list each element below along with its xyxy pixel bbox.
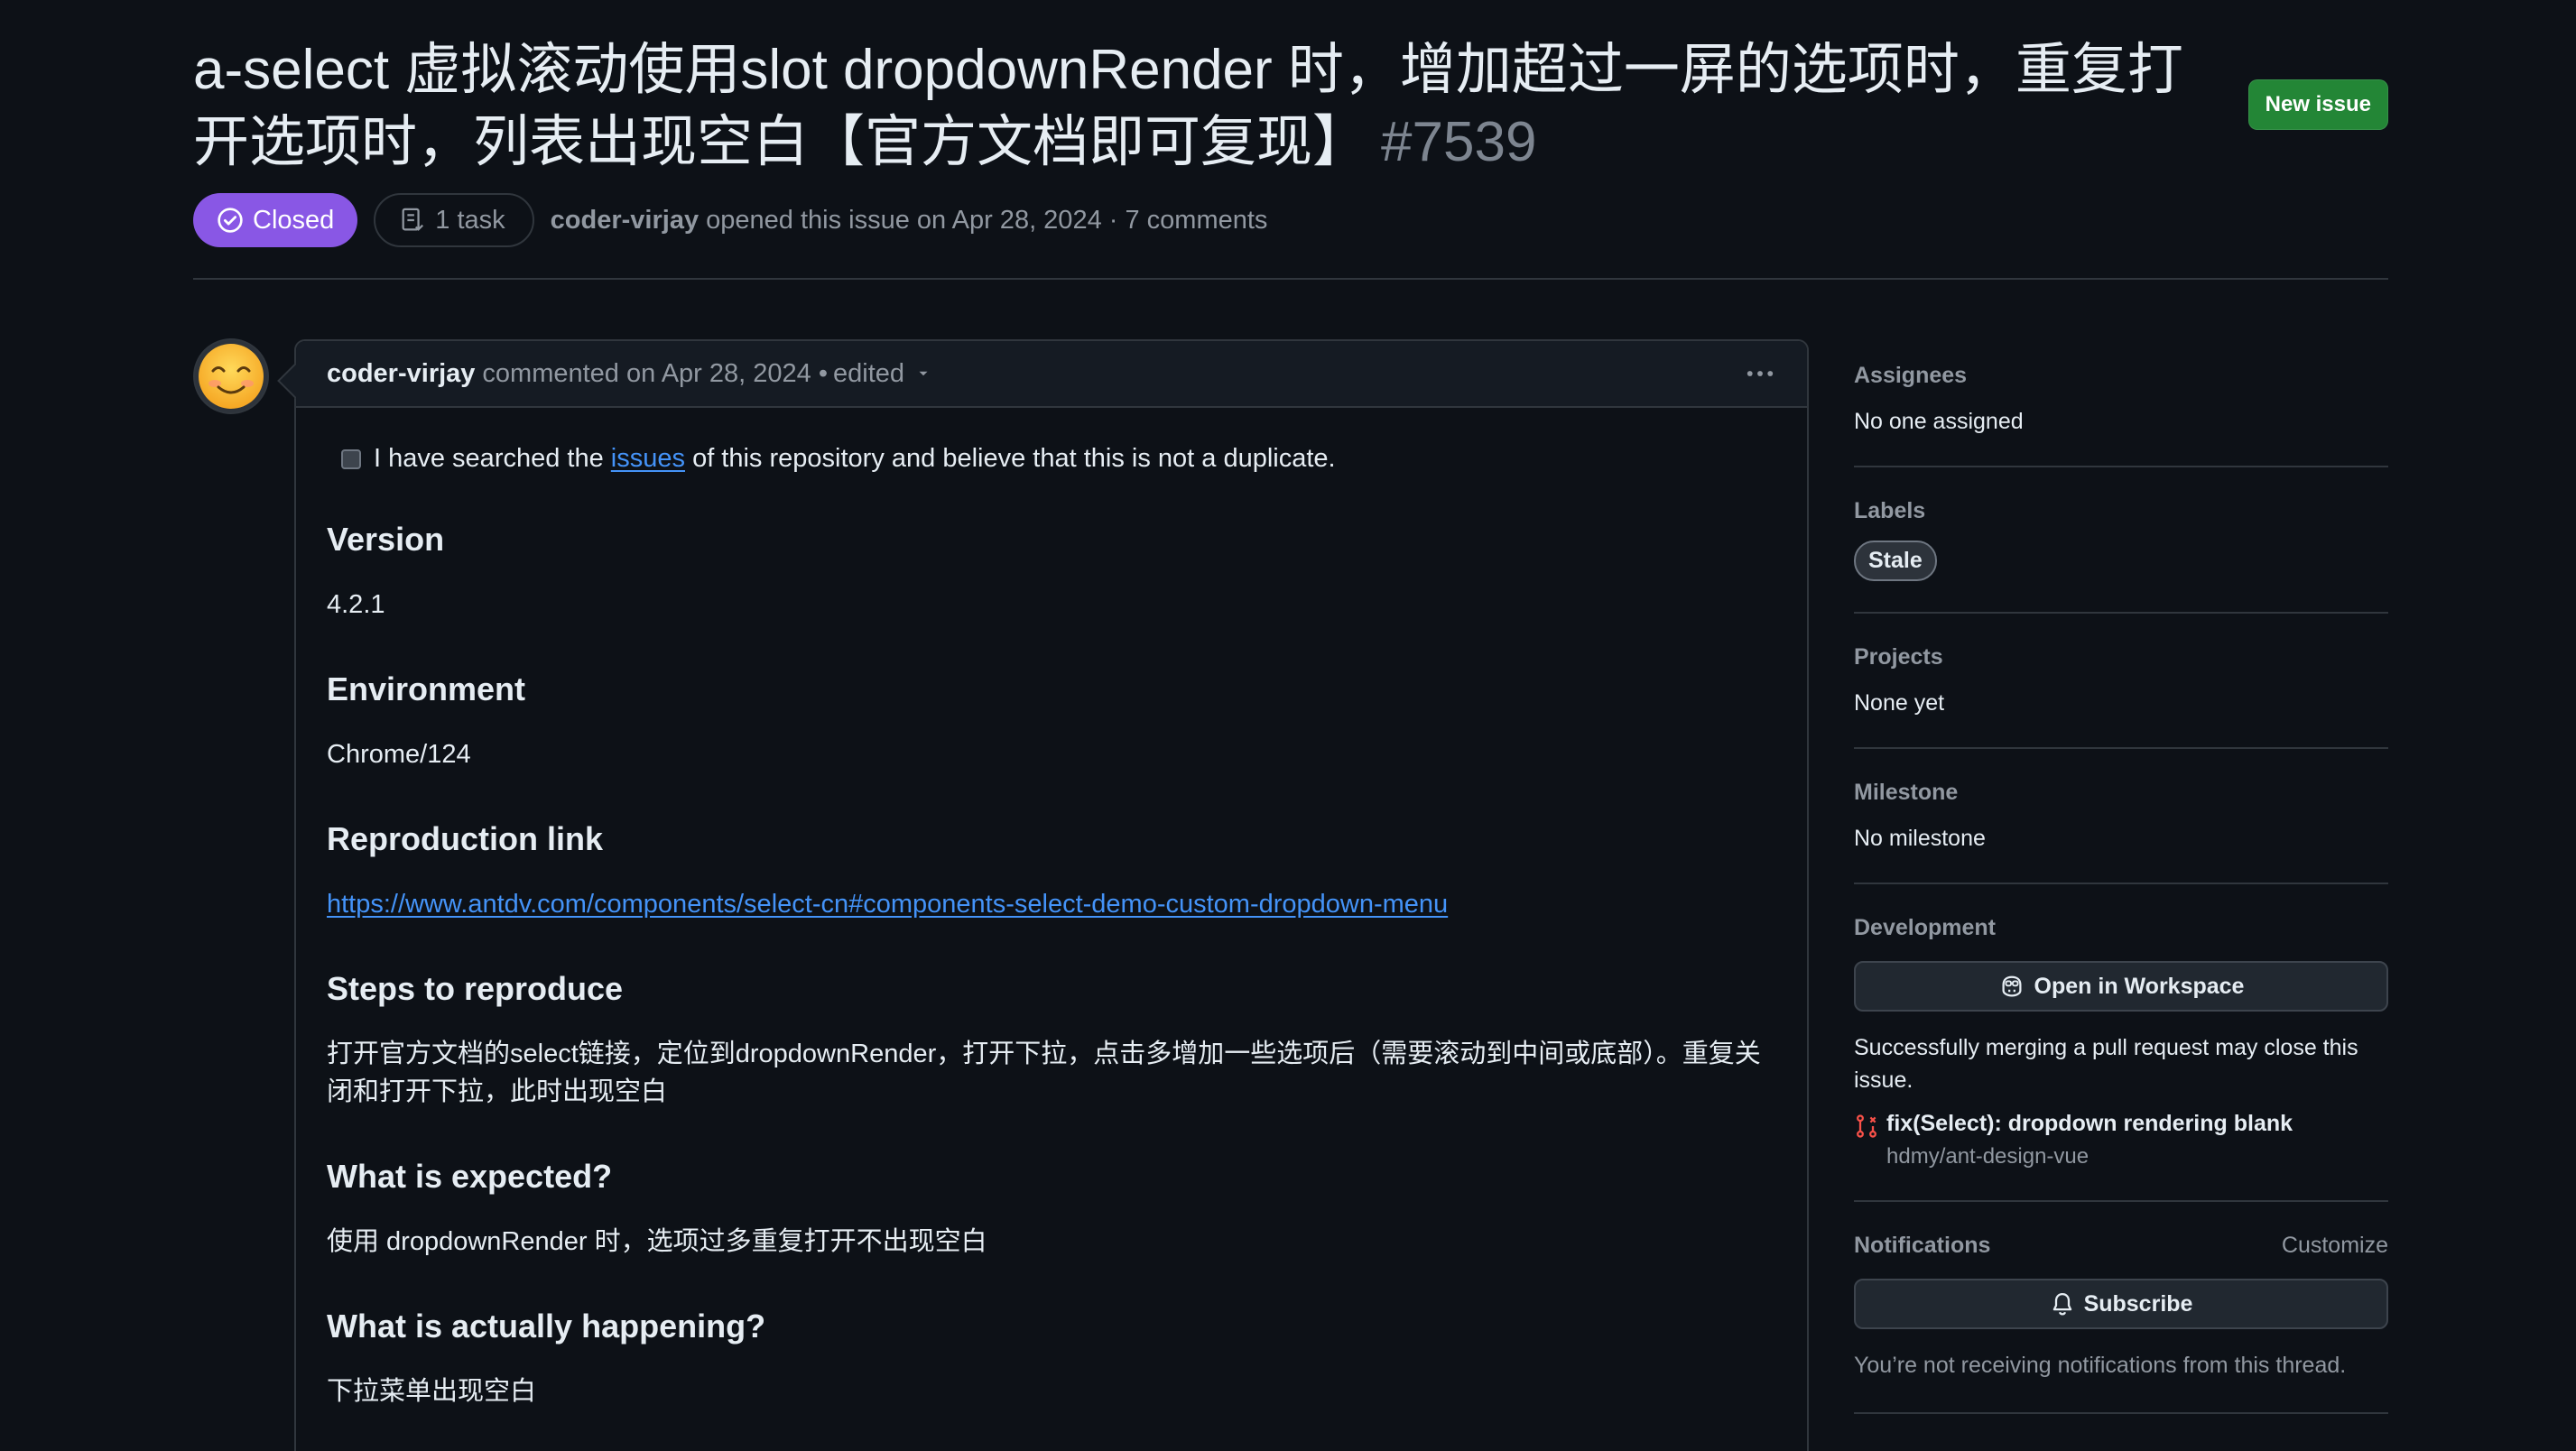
notifications-heading-text: Notifications — [1854, 1233, 1991, 1258]
projects-value: None yet — [1854, 690, 1945, 716]
customize-notifications-link[interactable]: Customize — [2282, 1233, 2388, 1259]
kebab-horizontal-icon — [1747, 371, 1774, 376]
notifications-note: You’re not receiving notifications from … — [1854, 1353, 2347, 1378]
issue-title: a-select 虚拟滚动使用slot dropdownRender 时，增加超… — [193, 34, 2224, 179]
opened-text: opened this issue on Apr 28, 2024 · 7 co… — [706, 205, 1268, 235]
subscribe-label: Subscribe — [2083, 1290, 2193, 1317]
subscribe-button[interactable]: Subscribe — [1854, 1279, 2388, 1329]
avatar-emoji — [199, 344, 264, 409]
copilot-icon — [1998, 973, 2025, 1000]
task-checkbox[interactable] — [341, 448, 361, 469]
issue-meta: Closed 1 task coder-virjay opened this i… — [193, 191, 1267, 249]
assignees-value: No one assigned — [1854, 409, 2024, 434]
pull-request-closed-icon — [1854, 1113, 1879, 1169]
edited-label: edited — [833, 358, 905, 388]
issue-title-text: a-select 虚拟滚动使用slot dropdownRender 时，增加超… — [193, 39, 2183, 173]
development-note: Successfully merging a pull request may … — [1854, 1035, 2358, 1093]
issue-number: #7539 — [1381, 111, 1537, 173]
development-heading: Development — [1854, 915, 2388, 941]
section-heading-steps: Steps to reproduce — [327, 970, 624, 1007]
issue-header: a-select 虚拟滚动使用slot dropdownRender 时，增加超… — [193, 34, 2388, 179]
section-text-expected: 使用 dropdownRender 时，选项过多重复打开不出现空白 — [327, 1227, 987, 1256]
comment-author-link[interactable]: coder-virjay — [327, 359, 475, 389]
sidebar-development: Development Open in Workspace Successful… — [1854, 915, 2388, 1202]
labels-heading-text: Labels — [1854, 498, 1926, 523]
sidebar-labels: Labels Stale — [1854, 498, 2388, 614]
section-heading-environment: Environment — [327, 670, 526, 707]
checkbox-text-after: of this repository and believe that this… — [692, 444, 1336, 473]
comment-header: coder-virjay commented on Apr 28, 2024 •… — [296, 341, 1807, 408]
pr-info: fix(Select): dropdown rendering blank hd… — [1886, 1111, 2293, 1169]
edited-dropdown[interactable]: edited — [833, 359, 931, 389]
task-progress-pill[interactable]: 1 task — [374, 193, 534, 247]
development-heading-text: Development — [1854, 915, 1996, 940]
comment-options-button[interactable] — [1744, 357, 1776, 390]
section-text-reproduction-link: https://www.antdv.com/components/select-… — [327, 885, 1776, 923]
section-heading-actual: What is actually happening? — [327, 1308, 766, 1345]
issues-link[interactable]: issues — [611, 444, 685, 474]
section-heading-reproduction-link: Reproduction link — [327, 820, 603, 857]
check-circle-icon — [217, 207, 244, 234]
open-in-workspace-button[interactable]: Open in Workspace — [1854, 961, 2388, 1012]
sidebar-milestone: Milestone No milestone — [1854, 780, 2388, 884]
reproduction-link[interactable]: https://www.antdv.com/components/select-… — [327, 890, 1448, 919]
linked-pull-request[interactable]: fix(Select): dropdown rendering blank hd… — [1854, 1111, 2388, 1169]
sidebar-assignees: Assignees No one assigned — [1854, 363, 2388, 467]
caret-down-icon — [915, 365, 931, 382]
state-label: Closed — [253, 205, 335, 235]
section-heading-version: Version — [327, 521, 445, 558]
milestone-heading-text: Milestone — [1854, 780, 1959, 805]
issue-page: a-select 虚拟滚动使用slot dropdownRender 时，增加超… — [0, 0, 2576, 1451]
section-heading-expected: What is expected? — [327, 1158, 613, 1195]
comment-date: commented on Apr 28, 2024 • — [482, 358, 828, 388]
labels-heading[interactable]: Labels — [1854, 498, 2388, 524]
issue-comment: coder-virjay commented on Apr 28, 2024 •… — [294, 339, 1809, 1451]
section-text-actual: 下拉菜单出现空白 — [327, 1377, 537, 1406]
projects-heading[interactable]: Projects — [1854, 644, 2388, 670]
state-badge: Closed — [193, 193, 358, 247]
sidebar-projects: Projects None yet — [1854, 644, 2388, 749]
assignees-heading-text: Assignees — [1854, 363, 1968, 388]
sidebar-notifications: Notifications Customize Subscribe You’re… — [1854, 1233, 2388, 1414]
pr-repo: hdmy/ant-design-vue — [1886, 1144, 2090, 1169]
open-in-workspace-label: Open in Workspace — [2034, 973, 2245, 999]
assignees-heading[interactable]: Assignees — [1854, 363, 2388, 389]
section-text-environment: Chrome/124 — [327, 740, 471, 769]
section-text-version: 4.2.1 — [327, 590, 385, 619]
comment-body: I have searched the issues of this repos… — [296, 408, 1807, 1410]
avatar[interactable] — [193, 338, 269, 414]
pr-title-link[interactable]: fix(Select): dropdown rendering blank — [1886, 1111, 2293, 1137]
bell-icon — [2050, 1291, 2075, 1317]
task-list-item: I have searched the issues of this repos… — [327, 444, 1776, 474]
issue-sidebar: Assignees No one assigned Labels Stale P… — [1854, 363, 2388, 1445]
milestone-value: No milestone — [1854, 826, 1986, 851]
notifications-heading: Notifications Customize — [1854, 1233, 2388, 1259]
new-issue-button[interactable]: New issue — [2247, 79, 2388, 130]
opened-info: coder-virjay opened this issue on Apr 28… — [551, 206, 1268, 236]
section-text-steps: 打开官方文档的select链接，定位到dropdownRender，打开下拉，点… — [327, 1040, 1761, 1106]
projects-heading-text: Projects — [1854, 644, 1943, 670]
task-list-icon — [399, 207, 426, 234]
issue-author-link[interactable]: coder-virjay — [551, 206, 699, 235]
header-divider — [193, 278, 2388, 280]
task-count: 1 task — [435, 205, 505, 235]
checkbox-text-before: I have searched the — [374, 444, 604, 473]
label-stale[interactable]: Stale — [1854, 541, 1937, 581]
milestone-heading[interactable]: Milestone — [1854, 780, 2388, 806]
